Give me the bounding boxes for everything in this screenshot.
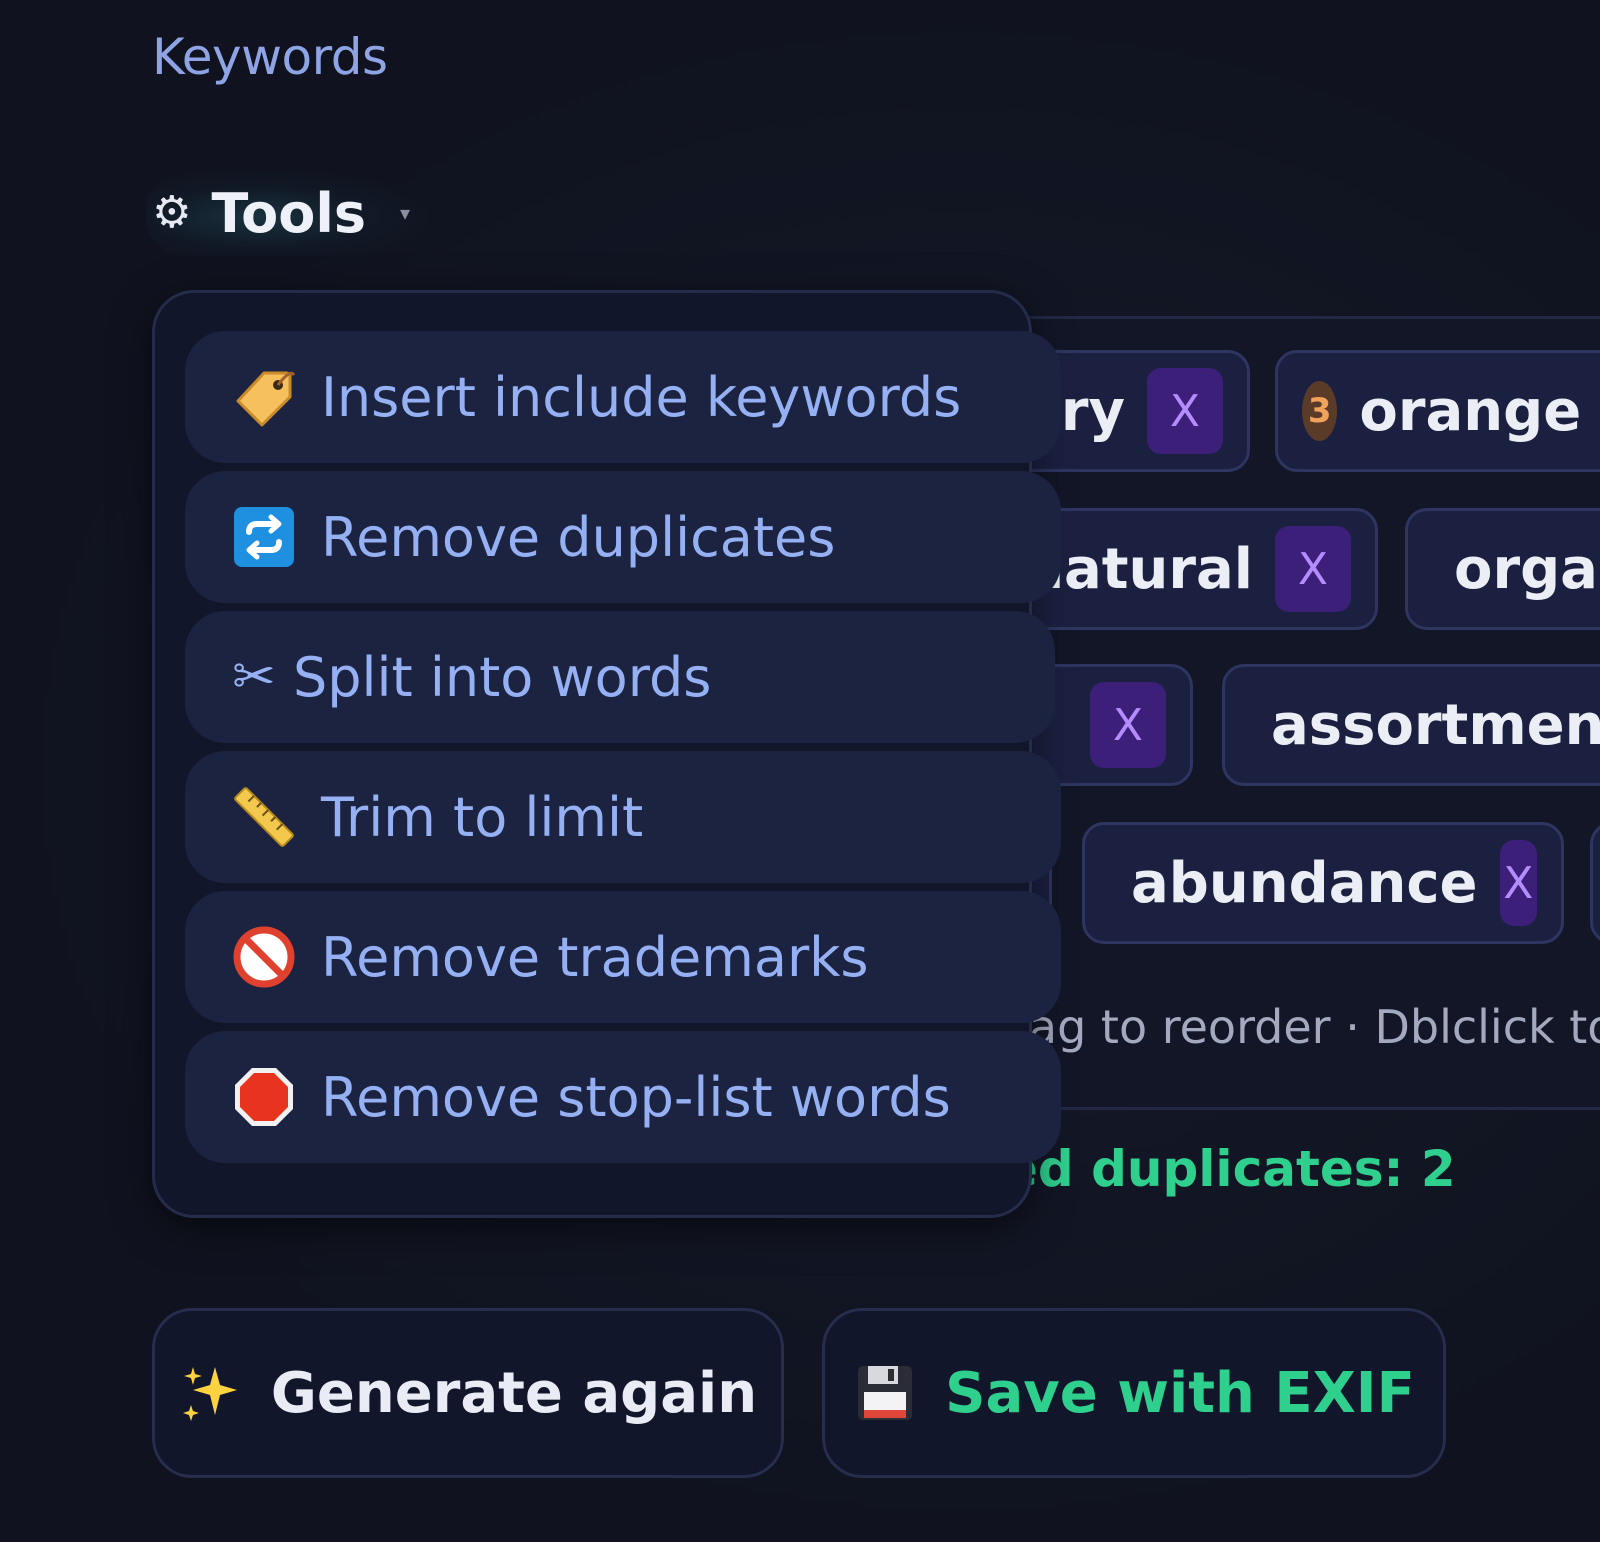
tools-label: Tools (211, 181, 366, 245)
remove-keyword-button[interactable]: X (1147, 368, 1223, 454)
stop-sign-icon (231, 1064, 297, 1130)
ruler-icon (231, 784, 297, 850)
tools-dropdown-toggle[interactable]: ⚙ Tools ▾ (146, 170, 429, 256)
keywords-hint: rag to reorder · Dblclick to (1010, 1000, 1600, 1054)
menu-item-remove-stop-list-words[interactable]: Remove stop-list words (185, 1031, 1061, 1163)
menu-item-label: Split into words (293, 645, 712, 709)
floppy-disk-icon (853, 1361, 917, 1425)
keyword-chip[interactable]: assortment (1222, 664, 1600, 786)
remove-keyword-button[interactable]: X (1499, 840, 1537, 926)
keyword-text: orange (1359, 378, 1582, 444)
chevron-down-icon: ▾ (399, 201, 411, 225)
keywords-editor: Keywords ⚙ Tools ▾ rry X 3 orange natura… (0, 0, 1600, 1542)
keyword-text: assortment (1271, 692, 1600, 758)
sparkles-icon (179, 1361, 243, 1425)
menu-item-label: Remove trademarks (321, 925, 869, 989)
menu-item-split-into-words[interactable]: ✂ Split into words (185, 611, 1055, 743)
keyword-count-badge: 3 (1302, 381, 1338, 441)
menu-item-insert-include-keywords[interactable]: Insert include keywords (185, 331, 1061, 463)
keyword-chip[interactable]: organ (1405, 508, 1600, 630)
duplicates-status: ed duplicates: 2 (1004, 1140, 1456, 1198)
tag-icon (231, 364, 297, 430)
generate-again-button[interactable]: Generate again (152, 1308, 784, 1478)
generate-again-label: Generate again (270, 1360, 758, 1426)
menu-item-remove-duplicates[interactable]: Remove duplicates (185, 471, 1061, 603)
save-with-exif-button[interactable]: Save with EXIF (822, 1308, 1446, 1478)
repeat-icon (231, 504, 297, 570)
menu-item-remove-trademarks[interactable]: Remove trademarks (185, 891, 1061, 1023)
menu-item-label: Trim to limit (321, 785, 644, 849)
gear-icon: ⚙ (152, 187, 192, 238)
keyword-text: abundance (1131, 850, 1478, 916)
remove-keyword-button[interactable]: X (1090, 682, 1166, 768)
keyword-chip[interactable]: abundance X (1082, 822, 1564, 944)
menu-item-label: Insert include keywords (321, 365, 962, 429)
keyword-chip[interactable]: 3 orange (1275, 350, 1600, 472)
menu-item-trim-to-limit[interactable]: Trim to limit (185, 751, 1061, 883)
prohibited-icon (231, 924, 297, 990)
menu-item-label: Remove stop-list words (321, 1065, 951, 1129)
remove-keyword-button[interactable]: X (1275, 526, 1351, 612)
scissors-icon: ✂ (232, 647, 276, 707)
save-with-exif-label: Save with EXIF (945, 1360, 1415, 1426)
keyword-text: organ (1454, 536, 1600, 602)
section-title: Keywords (152, 28, 388, 86)
menu-item-label: Remove duplicates (321, 505, 836, 569)
tools-menu: Insert include keywords Remove duplicate… (152, 290, 1061, 1218)
keyword-chip[interactable] (1590, 822, 1600, 944)
